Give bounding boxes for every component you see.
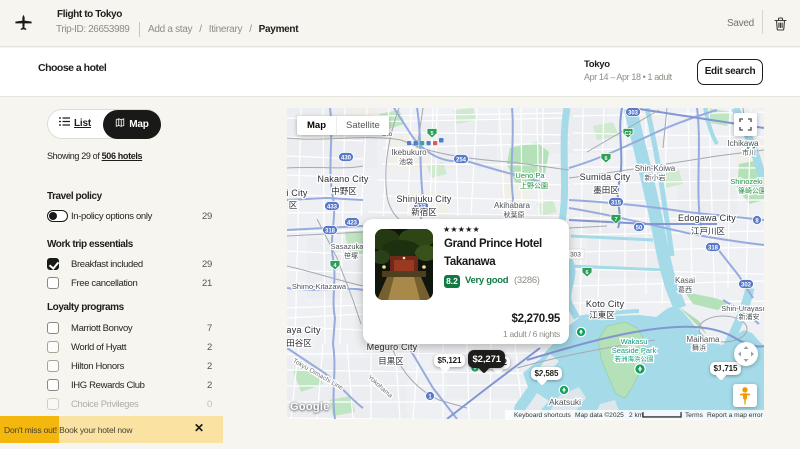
svg-text:新宿区: 新宿区 bbox=[411, 207, 437, 217]
svg-text:Shin-Urayasu: Shin-Urayasu bbox=[721, 304, 764, 313]
svg-text:Shin-Koiwa: Shin-Koiwa bbox=[635, 164, 676, 173]
svg-text:葛西: 葛西 bbox=[678, 285, 692, 294]
svg-text:Akatsuki: Akatsuki bbox=[549, 397, 581, 407]
svg-text:i City: i City bbox=[287, 188, 308, 198]
svg-text:Koto City: Koto City bbox=[586, 299, 625, 309]
svg-text:Sumida City: Sumida City bbox=[580, 172, 631, 182]
svg-text:Ikebukuro: Ikebukuro bbox=[391, 148, 427, 157]
svg-text:Kasai: Kasai bbox=[675, 276, 695, 285]
svg-text:田谷区: 田谷区 bbox=[287, 338, 312, 348]
svg-text:池袋: 池袋 bbox=[399, 157, 413, 166]
svg-text:Sasazuka: Sasazuka bbox=[331, 242, 365, 251]
svg-text:Edogawa City: Edogawa City bbox=[678, 213, 736, 223]
svg-text:目黒区: 目黒区 bbox=[378, 356, 404, 366]
svg-text:gaya City: gaya City bbox=[287, 325, 321, 335]
svg-text:Akihabara: Akihabara bbox=[494, 201, 531, 210]
svg-text:篠崎公園: 篠崎公園 bbox=[738, 186, 764, 195]
svg-text:新浦安: 新浦安 bbox=[739, 312, 760, 321]
svg-text:Wakasu: Wakasu bbox=[621, 337, 648, 346]
svg-text:上野公園: 上野公園 bbox=[520, 181, 548, 190]
svg-text:Shinozeki P: Shinozeki P bbox=[730, 177, 764, 186]
svg-text:5: 5 bbox=[430, 131, 433, 137]
svg-text:7: 7 bbox=[614, 217, 617, 223]
svg-text:318: 318 bbox=[708, 245, 719, 251]
svg-text:笹塚: 笹塚 bbox=[344, 251, 358, 260]
svg-text:6: 6 bbox=[585, 270, 588, 276]
svg-text:6: 6 bbox=[604, 156, 607, 162]
svg-text:中野区: 中野区 bbox=[331, 186, 357, 196]
svg-text:433: 433 bbox=[327, 204, 338, 210]
svg-text:Shimo-Kitazawa: Shimo-Kitazawa bbox=[292, 282, 347, 291]
svg-text:50: 50 bbox=[636, 225, 643, 231]
svg-text:若洲海浜公園: 若洲海浜公園 bbox=[615, 354, 654, 363]
svg-text:江戸川区: 江戸川区 bbox=[691, 226, 726, 236]
svg-text:303: 303 bbox=[628, 110, 639, 116]
svg-text:墨田区: 墨田区 bbox=[593, 185, 619, 195]
svg-text:秋葉原: 秋葉原 bbox=[504, 210, 525, 219]
svg-text:315: 315 bbox=[611, 200, 622, 206]
svg-text:Ichikawa: Ichikawa bbox=[727, 139, 759, 148]
svg-text:302: 302 bbox=[741, 282, 752, 288]
svg-text:新小岩: 新小岩 bbox=[645, 173, 666, 182]
svg-text:Maihama: Maihama bbox=[687, 335, 720, 344]
svg-text:254: 254 bbox=[456, 157, 467, 163]
svg-text:423: 423 bbox=[347, 220, 358, 226]
svg-text:江東区: 江東区 bbox=[589, 310, 615, 320]
svg-text:303: 303 bbox=[570, 252, 581, 259]
svg-text:C2: C2 bbox=[624, 131, 631, 137]
svg-text:市川: 市川 bbox=[742, 148, 756, 157]
svg-text:Ueno Pa: Ueno Pa bbox=[515, 171, 545, 180]
svg-text:430: 430 bbox=[341, 155, 352, 161]
svg-text:Seaside Park: Seaside Park bbox=[612, 346, 657, 355]
svg-text:舞浜: 舞浜 bbox=[692, 343, 706, 352]
svg-text:区: 区 bbox=[289, 200, 298, 210]
svg-text:Shinjuku City: Shinjuku City bbox=[396, 194, 451, 204]
svg-text:318: 318 bbox=[325, 228, 336, 234]
svg-text:Nakano City: Nakano City bbox=[317, 174, 369, 184]
